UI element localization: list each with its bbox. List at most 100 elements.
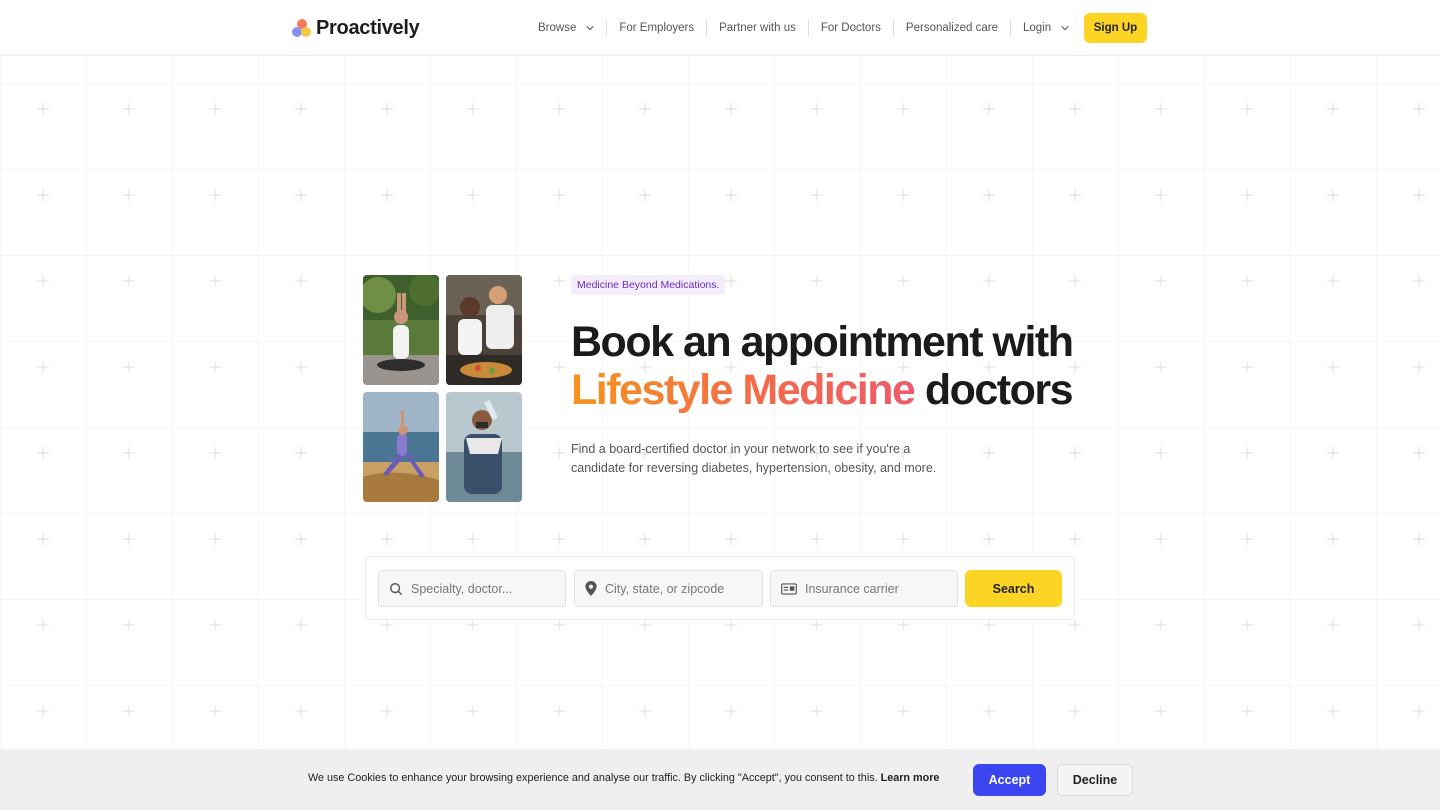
chevron-down-icon <box>586 26 594 31</box>
learn-more-link[interactable]: Learn more <box>881 772 940 784</box>
grid-plus-marker <box>1155 275 1167 287</box>
grid-plus-marker <box>897 533 909 545</box>
grid-plus-marker <box>553 533 565 545</box>
grid-plus-marker <box>37 705 49 717</box>
grid-plus-marker <box>467 705 479 717</box>
grid-plus-marker <box>123 189 135 201</box>
grid-plus-marker <box>467 533 479 545</box>
chevron-down-icon <box>1061 26 1069 31</box>
grid-plus-marker <box>1155 619 1167 631</box>
grid-plus-marker <box>381 705 393 717</box>
grid-plus-marker <box>897 619 909 631</box>
cookie-message: We use Cookies to enhance your browsing … <box>308 772 939 784</box>
logo-mark-icon <box>292 18 312 38</box>
grid-plus-marker <box>123 619 135 631</box>
grid-plus-marker <box>553 619 565 631</box>
grid-plus-marker <box>209 533 221 545</box>
grid-plus-marker <box>467 619 479 631</box>
accept-cookies-button[interactable]: Accept <box>973 764 1046 796</box>
search-icon <box>390 582 403 595</box>
grid-plus-marker <box>1155 103 1167 115</box>
grid-plus-marker <box>639 103 651 115</box>
grid-plus-marker <box>37 447 49 459</box>
search-button[interactable]: Search <box>965 570 1062 607</box>
headline-end: doctors <box>924 366 1074 414</box>
grid-plus-marker <box>209 189 221 201</box>
grid-plus-marker <box>295 103 307 115</box>
yoga-beach-photo <box>363 392 439 502</box>
grid-plus-marker <box>37 275 49 287</box>
cookie-text: We use Cookies to enhance your browsing … <box>308 772 878 784</box>
nav-item-browse[interactable]: Browse <box>526 20 606 36</box>
grid-plus-marker <box>1155 361 1167 373</box>
grid-plus-marker <box>983 619 995 631</box>
grid-plus-marker <box>639 533 651 545</box>
grid-plus-marker <box>553 705 565 717</box>
logo-text: Proactively <box>316 16 420 39</box>
specialty-field <box>378 570 566 607</box>
nav-item-label: For Employers <box>619 22 695 34</box>
specialty-input[interactable] <box>411 581 551 596</box>
grid-plus-marker <box>1413 189 1425 201</box>
grid-plus-marker <box>1241 619 1253 631</box>
man-drinking-water-photo <box>446 392 522 502</box>
hero-headline: Book an appointment with Lifestyle Medic… <box>571 318 1091 414</box>
grid-plus-marker <box>1155 705 1167 717</box>
grid-plus-marker <box>1327 103 1339 115</box>
grid-plus-marker <box>725 275 737 287</box>
grid-plus-marker <box>295 533 307 545</box>
logo[interactable]: Proactively <box>292 16 420 40</box>
decline-cookies-button[interactable]: Decline <box>1057 764 1133 796</box>
nav-item-label: For Doctors <box>820 22 881 34</box>
grid-plus-marker <box>209 447 221 459</box>
grid-plus-marker <box>1155 189 1167 201</box>
grid-plus-marker <box>983 447 995 459</box>
grid-plus-marker <box>811 533 823 545</box>
grid-plus-marker <box>811 619 823 631</box>
grid-plus-marker <box>897 189 909 201</box>
doctor-search-form: Search <box>365 556 1075 620</box>
grid-plus-marker <box>1241 705 1253 717</box>
grid-plus-marker <box>123 447 135 459</box>
grid-plus-marker <box>897 103 909 115</box>
grid-plus-marker <box>1327 619 1339 631</box>
grid-plus-marker <box>1327 361 1339 373</box>
nav-item-partner-with-us[interactable]: Partner with us <box>706 20 808 36</box>
grid-plus-marker <box>1069 533 1081 545</box>
location-input[interactable] <box>605 581 745 596</box>
grid-plus-marker <box>983 189 995 201</box>
insurance-field <box>770 570 958 607</box>
grid-plus-marker <box>1069 275 1081 287</box>
grid-plus-marker <box>725 619 737 631</box>
grid-plus-marker <box>1241 361 1253 373</box>
grid-plus-marker <box>725 533 737 545</box>
location-field <box>574 570 763 607</box>
nav-item-personalized-care[interactable]: Personalized care <box>892 20 1010 36</box>
nav-item-for-doctors[interactable]: For Doctors <box>807 20 893 36</box>
grid-plus-marker <box>983 533 995 545</box>
grid-plus-marker <box>639 189 651 201</box>
grid-plus-marker <box>209 361 221 373</box>
grid-plus-marker <box>209 103 221 115</box>
grid-plus-marker <box>123 533 135 545</box>
grid-plus-marker <box>295 619 307 631</box>
grid-plus-marker <box>37 361 49 373</box>
sign-up-button[interactable]: Sign Up <box>1084 13 1147 43</box>
grid-plus-marker <box>1327 533 1339 545</box>
grid-plus-marker <box>295 189 307 201</box>
site-header: Proactively Browse For Employers Partner… <box>0 0 1440 56</box>
grid-plus-marker <box>811 705 823 717</box>
grid-plus-marker <box>1241 447 1253 459</box>
grid-plus-marker <box>553 189 565 201</box>
grid-plus-marker <box>209 705 221 717</box>
grid-plus-marker <box>897 275 909 287</box>
grid-plus-marker <box>295 705 307 717</box>
grid-plus-marker <box>1241 275 1253 287</box>
nav-item-label: Partner with us <box>719 22 796 34</box>
map-pin-icon <box>585 581 597 596</box>
nav-item-for-employers[interactable]: For Employers <box>606 20 706 36</box>
grid-plus-marker <box>553 103 565 115</box>
nav-item-login[interactable]: Login <box>1009 20 1081 36</box>
grid-plus-marker <box>1241 189 1253 201</box>
insurance-input[interactable] <box>805 581 945 596</box>
